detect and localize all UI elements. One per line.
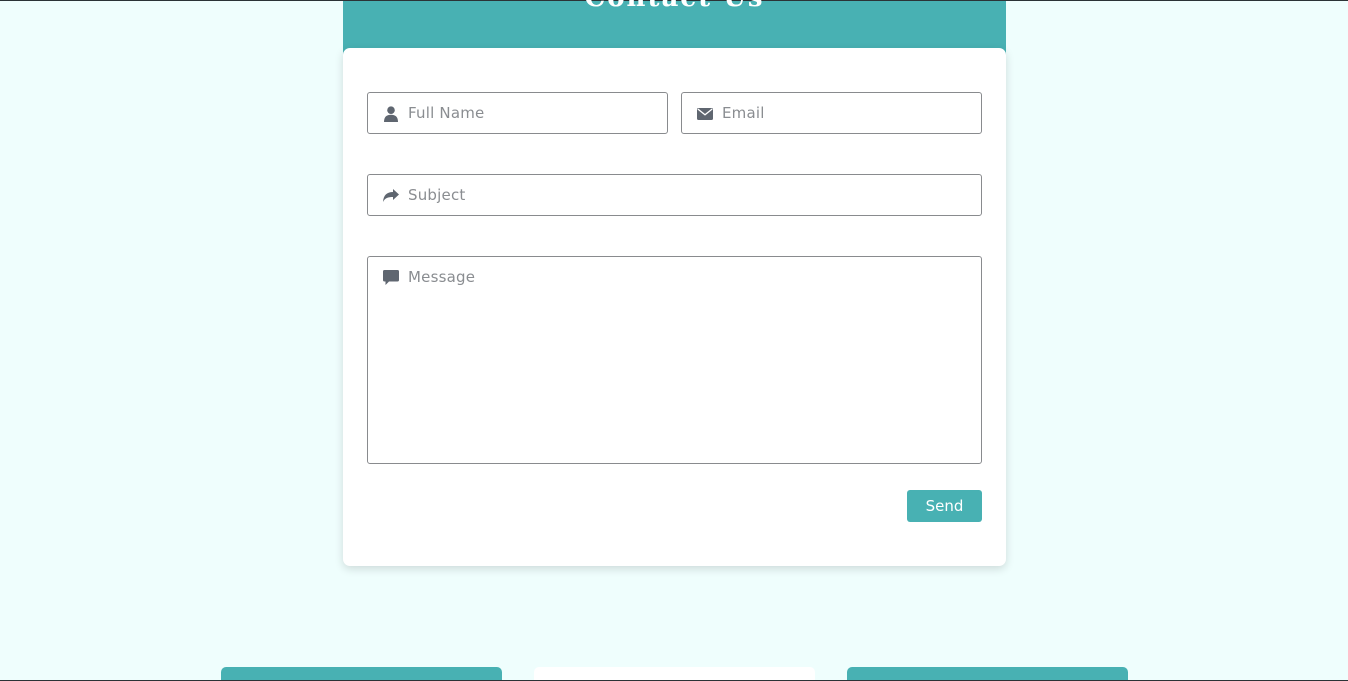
message-placeholder: Message <box>408 268 476 286</box>
envelope-icon <box>696 105 714 123</box>
contact-heading: Contact Us <box>343 0 1006 13</box>
info-card-right <box>847 667 1128 681</box>
full-name-field[interactable]: Full Name <box>367 92 668 134</box>
email-field[interactable]: Email <box>681 92 982 134</box>
subject-field[interactable]: Subject <box>367 174 982 216</box>
full-name-placeholder: Full Name <box>408 104 485 122</box>
share-arrow-icon <box>382 187 400 205</box>
email-placeholder: Email <box>722 104 765 122</box>
contact-form-card: Full Name Email Subject Message Send <box>343 48 1006 566</box>
info-card-left <box>221 667 502 681</box>
message-textarea[interactable]: Message <box>367 256 982 464</box>
subject-placeholder: Subject <box>408 186 466 204</box>
comment-icon <box>382 269 400 287</box>
user-icon <box>382 105 400 123</box>
info-card-middle <box>534 667 815 681</box>
page: Contact Us Full Name Email <box>0 0 1348 681</box>
send-button[interactable]: Send <box>907 490 982 522</box>
